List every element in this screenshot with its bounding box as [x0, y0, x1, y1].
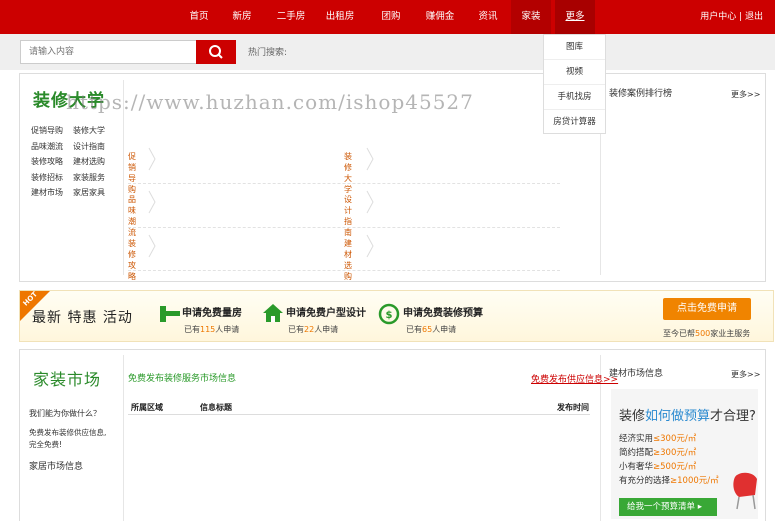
nav-news[interactable]: 资讯 — [472, 0, 504, 34]
ad-line-choice: 有充分的选择≥1000元/㎡ — [619, 476, 719, 486]
link-guide[interactable]: 装修攻略 — [31, 154, 63, 170]
hot-search-label: 热门搜索: — [248, 48, 288, 58]
served-count: 至今已帮500家业主服务 — [663, 329, 751, 338]
supply-info-link[interactable]: 免费发布供应信息>> — [531, 372, 618, 385]
link-bidding[interactable]: 装修招标 — [31, 170, 63, 186]
cat-materials[interactable]: 建材选购 — [344, 238, 353, 282]
promo-banner: HOT 最新 特惠 活动 申请免费量房 已有115人申请 申请免费户型设计 已有… — [19, 290, 774, 342]
ruler-icon — [160, 306, 180, 322]
apply-layout-count: 已有22人申请 — [288, 325, 339, 334]
grid-row-divider — [128, 227, 560, 228]
link-design-guide[interactable]: 设计指南 — [73, 139, 105, 155]
chevron-right-icon — [366, 190, 374, 214]
nav-new-house[interactable]: 新房 — [226, 0, 258, 34]
search-icon — [209, 45, 223, 59]
apply-budget-count: 已有65人申请 — [406, 325, 457, 334]
cat-university[interactable]: 装修大学 — [344, 151, 353, 195]
ad-title: 装修如何做预算才合理? — [619, 409, 756, 424]
nav-decoration[interactable]: 家装 — [511, 0, 551, 34]
more-dropdown: 图库 视频 手机找房 房贷计算器 — [543, 34, 606, 134]
apply-layout-title[interactable]: 申请免费户型设计 — [286, 304, 366, 319]
free-publish-link[interactable]: 免费发布装修服务市场信息 — [128, 371, 236, 384]
grid-row-divider — [128, 183, 560, 184]
apply-measure-count: 已有115人申请 — [184, 325, 240, 334]
home-market-info-link[interactable]: 家居市场信息 — [29, 459, 83, 472]
house-icon — [263, 304, 283, 322]
chevron-right-icon — [148, 234, 156, 258]
search-button[interactable] — [196, 40, 236, 64]
market-left-divider — [123, 355, 124, 521]
dropdown-item-mobile[interactable]: 手机找房 — [544, 85, 605, 110]
grid-row-divider — [128, 270, 560, 271]
nav-second-hand[interactable]: 二手房 — [272, 0, 310, 34]
top-nav-bar: 首页 新房 二手房 出租房 团购 赚佣金 资讯 家装 更多 用户中心 | 退出 — [0, 0, 775, 34]
chevron-right-icon — [148, 147, 156, 171]
banner-slogan: 最新 特惠 活动 — [32, 310, 133, 326]
link-home-service[interactable]: 家装服务 — [73, 170, 105, 186]
dropdown-item-video[interactable]: 视频 — [544, 60, 605, 85]
budget-list-button[interactable]: 给我一个预算清单 ▸ — [619, 498, 717, 516]
svg-text:$: $ — [386, 310, 393, 321]
search-input[interactable] — [20, 40, 198, 64]
ad-line-luxury: 小有奢华≥500元/㎡ — [619, 462, 697, 472]
link-material-select[interactable]: 建材选购 — [73, 154, 105, 170]
ad-line-economy: 经济实用≤300元/㎡ — [619, 434, 697, 444]
cat-strategy[interactable]: 装修攻略 — [128, 238, 137, 282]
materials-more-link[interactable]: 更多>> — [731, 369, 760, 380]
chair-icon — [733, 472, 757, 510]
apply-measure-title[interactable]: 申请免费量房 — [182, 304, 242, 319]
coin-icon: $ — [378, 303, 400, 325]
user-links[interactable]: 用户中心 | 退出 — [700, 0, 763, 34]
link-furniture[interactable]: 家居家具 — [73, 185, 105, 201]
nav-more[interactable]: 更多 — [555, 0, 595, 34]
decoration-links-right: 装修大学 设计指南 建材选购 家装服务 家居家具 — [73, 123, 105, 201]
chevron-right-icon — [366, 234, 374, 258]
ranking-title: 装修案例排行榜 — [609, 89, 673, 99]
materials-market-title: 建材市场信息 — [609, 369, 664, 379]
market-desc: 免费发布装修供应信息, 完全免费! — [29, 428, 107, 449]
decoration-links-left: 促销导购 品味潮流 装修攻略 装修招标 建材市场 — [31, 123, 63, 201]
ranking-more-link[interactable]: 更多>> — [731, 89, 760, 100]
nav-rent[interactable]: 出租房 — [321, 0, 359, 34]
market-question: 我们能为你做什么？ — [29, 409, 101, 418]
column-header-title: 信息标题 — [200, 403, 232, 412]
dropdown-item-gallery[interactable]: 图库 — [544, 35, 605, 60]
table-header-divider — [128, 414, 590, 415]
watermark: https://www.huzhan.com/ishop45527 — [66, 90, 474, 114]
budget-ad[interactable]: 装修如何做预算才合理? 经济实用≤300元/㎡ 简约搭配≥300元/㎡ 小有奢华… — [611, 389, 758, 519]
free-apply-button[interactable]: 点击免费申请 — [663, 298, 751, 320]
apply-budget-title[interactable]: 申请免费装修预算 — [403, 304, 483, 319]
ad-line-simple: 简约搭配≥300元/㎡ — [619, 448, 697, 458]
dropdown-item-calculator[interactable]: 房贷计算器 — [544, 110, 605, 135]
cat-trend[interactable]: 品味潮流 — [128, 194, 137, 238]
nav-group-buy[interactable]: 团购 — [375, 0, 407, 34]
nav-commission[interactable]: 赚佣金 — [421, 0, 459, 34]
link-university[interactable]: 装修大学 — [73, 123, 105, 139]
chevron-right-icon — [366, 147, 374, 171]
nav-home[interactable]: 首页 — [183, 0, 215, 34]
link-materials-market[interactable]: 建材市场 — [31, 185, 63, 201]
column-header-area: 所属区域 — [131, 403, 163, 412]
chevron-right-icon — [148, 190, 156, 214]
market-title: 家装市场 — [33, 370, 102, 389]
link-trend[interactable]: 品味潮流 — [31, 139, 63, 155]
search-row: 热门搜索: — [0, 34, 775, 70]
cat-design-guide[interactable]: 设计指南 — [344, 194, 353, 238]
link-promo[interactable]: 促销导购 — [31, 123, 63, 139]
cat-promo[interactable]: 促销导购 — [128, 151, 137, 195]
column-header-time: 发布时间 — [557, 403, 589, 412]
